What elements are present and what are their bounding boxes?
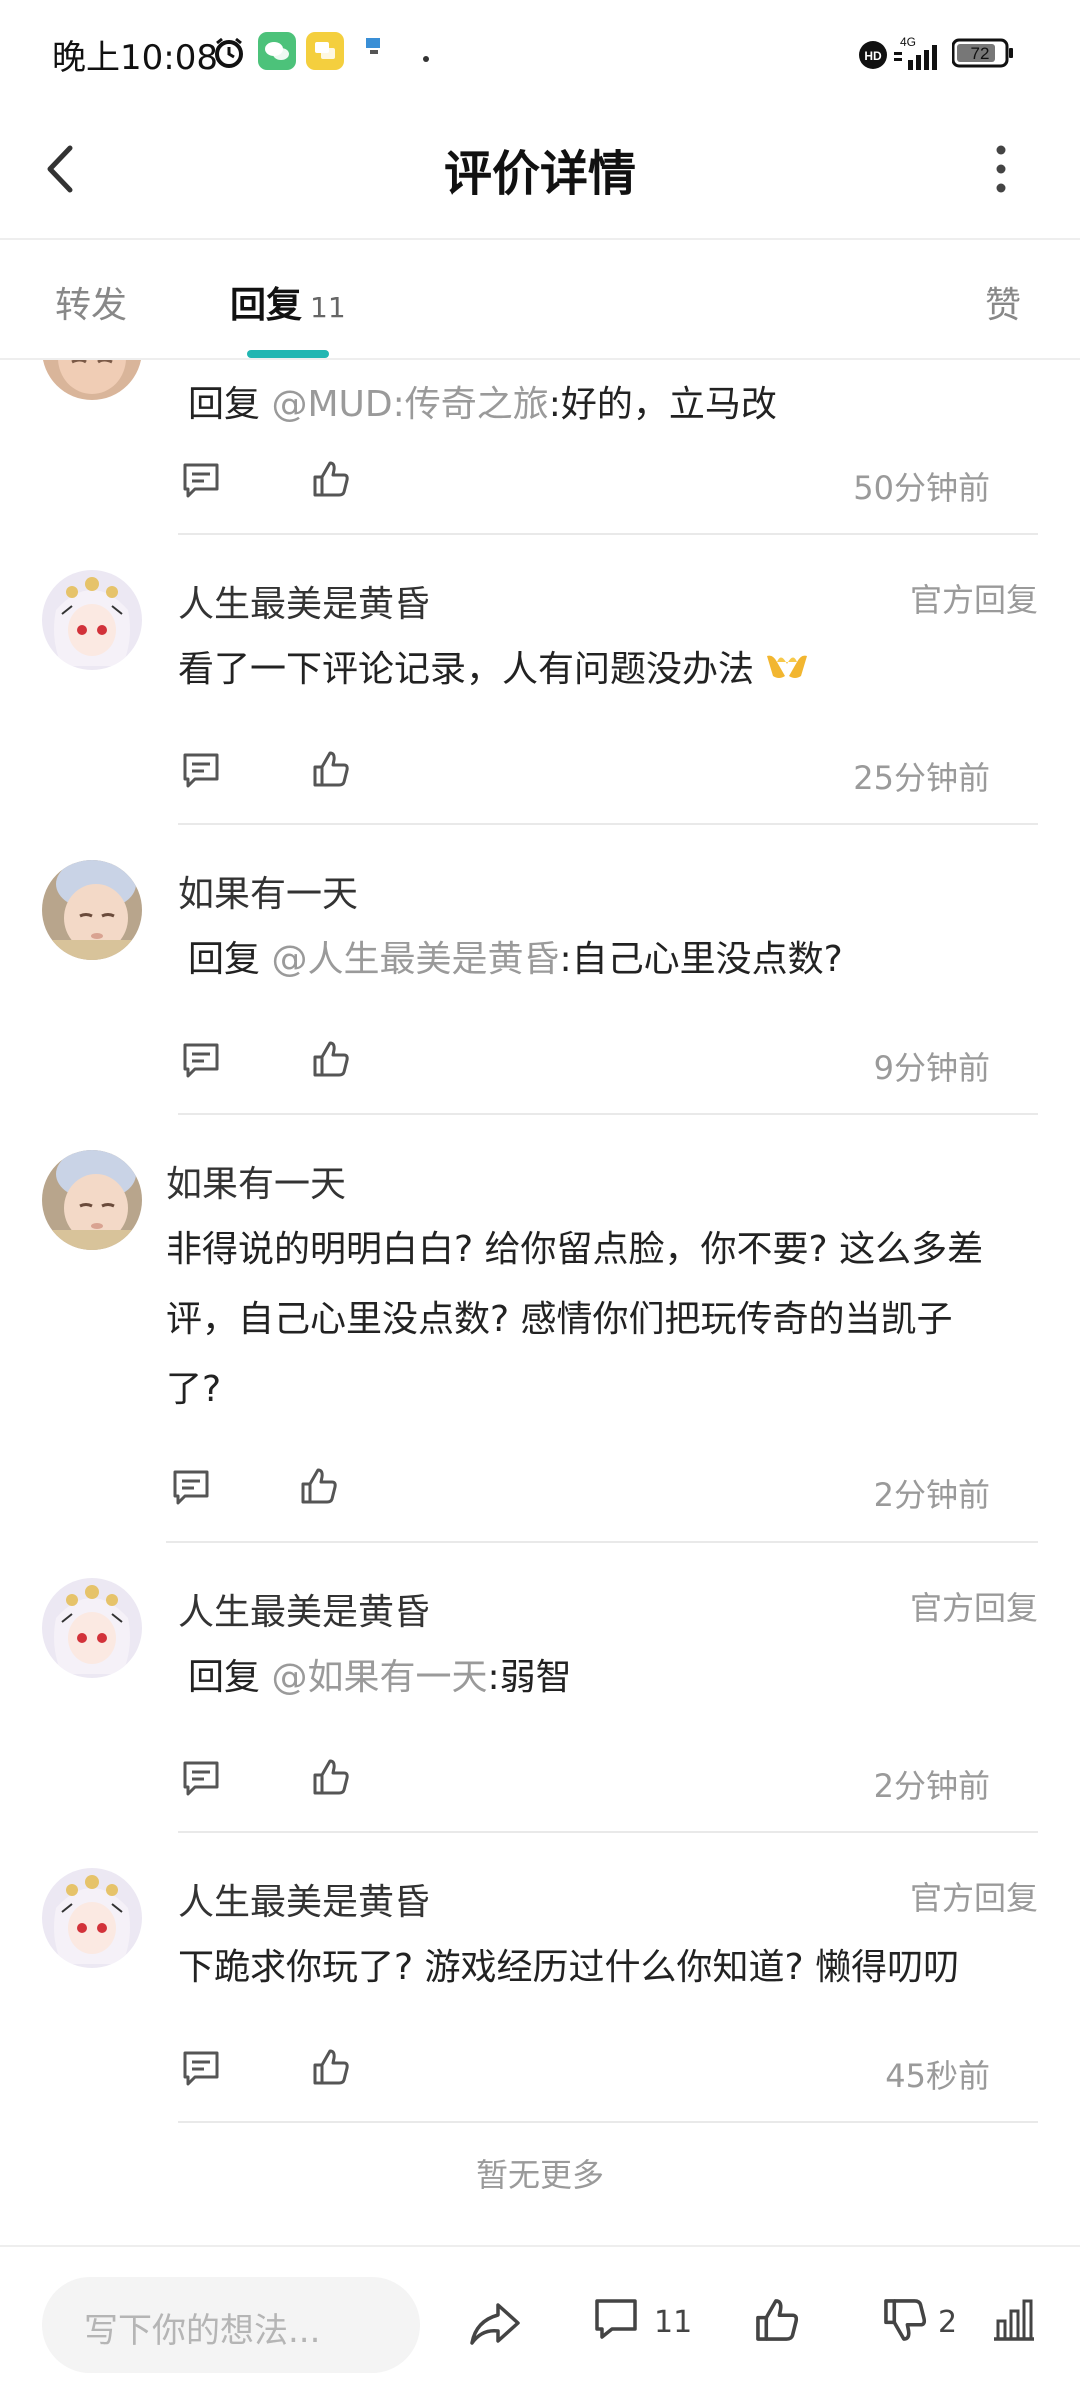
comment-text: 回复 @人生最美是黄昏:自己心里没点数? (188, 925, 843, 995)
tab-reply-label: 回复 (230, 285, 303, 326)
like-icon[interactable] (310, 2046, 352, 2092)
share-icon[interactable] (468, 2299, 522, 2351)
comment-input-placeholder: 写下你的想法... (84, 2311, 321, 2351)
page-title: 评价详情 (443, 146, 636, 202)
comment-item: 如果有一天 非得说的明明白白? 给你留点脸，你不要? 这么多差 评，自己心里没点… (0, 1115, 1080, 1543)
svg-text:HD: HD (864, 49, 882, 63)
user-name[interactable]: 人生最美是黄昏 (178, 1583, 430, 1635)
comment-line: 非得说的明明白白? 给你留点脸，你不要? 这么多差 (166, 1229, 984, 1270)
avatar[interactable] (42, 360, 142, 400)
dislike-count: 2 (938, 2305, 958, 2340)
more-notifications-icon (422, 48, 430, 67)
user-name[interactable]: 如果有一天 (178, 865, 358, 917)
stats-icon[interactable] (990, 2295, 1038, 2347)
notification-icon (364, 36, 386, 62)
avatar[interactable] (42, 1150, 142, 1250)
app-bar: 评价详情 (0, 110, 1080, 240)
comment-count: 11 (654, 2305, 693, 2340)
timestamp: 45秒前 (885, 2057, 990, 2095)
comment-item: 人生最美是黄昏 官方回复 看了一下评论记录，人有问题没办法 25分钟前 (0, 535, 1080, 825)
comment-line: 评，自己心里没点数? 感情你们把玩传奇的当凯子 (166, 1299, 953, 1340)
like-icon[interactable] (310, 1038, 352, 1084)
reply-prefix: 回复 (188, 1657, 261, 1698)
comment-text: 下跪求你玩了? 游戏经历过什么你知道? 懒得叨叨 (178, 1947, 960, 1988)
no-more-label: 暂无更多 (475, 2156, 604, 2194)
comment-text: 回复 @如果有一天:弱智 (188, 1643, 572, 1713)
signal-icon: 4G (892, 34, 942, 78)
hd-icon: HD (858, 40, 888, 74)
official-reply-badge: 官方回复 (909, 1589, 1038, 1627)
reply-icon[interactable] (180, 1758, 222, 1804)
mention-link[interactable]: @MUD:传奇之旅 (271, 384, 548, 425)
reply-icon[interactable] (180, 750, 222, 796)
reply-icon[interactable] (180, 2048, 222, 2094)
comment-item: 回复 @MUD:传奇之旅:好的，立马改 50分钟前 (0, 360, 1080, 535)
like-icon[interactable] (310, 748, 352, 794)
mention-link[interactable]: @人生最美是黄昏 (271, 939, 559, 980)
timestamp: 9分钟前 (873, 1049, 990, 1087)
comment-item: 人生最美是黄昏 官方回复 回复 @如果有一天:弱智 2分钟前 (0, 1543, 1080, 1833)
like-icon[interactable] (310, 458, 352, 504)
bottom-action-bar: 写下你的想法... 11 2 (0, 2245, 1080, 2402)
comment-line: 了? (166, 1369, 222, 1410)
avatar[interactable] (42, 860, 142, 960)
timestamp: 25分钟前 (853, 759, 990, 797)
official-reply-badge: 官方回复 (909, 1879, 1038, 1917)
reply-icon[interactable] (180, 1040, 222, 1086)
reply-prefix: 回复 (188, 384, 261, 425)
comment-input[interactable]: 写下你的想法... (42, 2277, 420, 2373)
comment-body: 看了一下评论记录，人有问题没办法 (178, 649, 755, 690)
more-options-icon[interactable] (990, 140, 1012, 204)
reply-icon[interactable] (180, 460, 222, 506)
avatar[interactable] (42, 570, 142, 670)
comment-list[interactable]: 回复 @MUD:传奇之旅:好的，立马改 50分钟前 人生最美是黄昏 官方回复 看… (0, 360, 1080, 2245)
reply-body: :好的，立马改 (548, 384, 777, 425)
alarm-icon (212, 36, 246, 74)
avatar[interactable] (42, 1868, 142, 1968)
tab-forward[interactable]: 转发 (55, 276, 127, 328)
comment-item: 人生最美是黄昏 官方回复 下跪求你玩了? 游戏经历过什么你知道? 懒得叨叨 45… (0, 1833, 1080, 2123)
user-name[interactable]: 如果有一天 (166, 1155, 346, 1207)
dislike-icon[interactable] (880, 2295, 930, 2349)
wechat-icon (258, 32, 296, 74)
comment-text: 看了一下评论记录，人有问题没办法 (178, 635, 809, 706)
tab-reply-count: 11 (310, 291, 346, 324)
official-reply-badge: 官方回复 (909, 581, 1038, 619)
status-bar: 晚上10:08 HD 4G 72 (0, 0, 1080, 110)
tab-reply[interactable]: 回复 11 (230, 276, 346, 328)
like-icon[interactable] (752, 2295, 802, 2349)
tab-bar: 转发 回复 11 赞 (0, 240, 1080, 360)
reply-prefix: 回复 (188, 939, 261, 980)
reply-icon[interactable] (170, 1467, 212, 1513)
comment-text: 回复 @MUD:传奇之旅:好的，立马改 (188, 370, 777, 440)
reply-body: :弱智 (487, 1657, 572, 1698)
timestamp: 2分钟前 (873, 1767, 990, 1805)
timestamp: 50分钟前 (853, 469, 990, 507)
reply-body: :自己心里没点数? (559, 939, 843, 980)
chat-app-icon (306, 32, 344, 74)
comment-text: 非得说的明明白白? 给你留点脸，你不要? 这么多差 评，自己心里没点数? 感情你… (166, 1215, 983, 1425)
status-time: 晚上10:08 (52, 38, 218, 78)
mention-link[interactable]: @如果有一天 (271, 1657, 487, 1698)
timestamp: 2分钟前 (873, 1476, 990, 1514)
active-tab-indicator (247, 350, 329, 358)
battery-level: 72 (971, 44, 990, 63)
user-name[interactable]: 人生最美是黄昏 (178, 575, 430, 627)
network-label: 4G (900, 35, 916, 49)
like-icon[interactable] (298, 1465, 340, 1511)
comment-item: 如果有一天 回复 @人生最美是黄昏:自己心里没点数? 9分钟前 (0, 825, 1080, 1115)
divider (178, 2121, 1038, 2123)
avatar[interactable] (42, 1578, 142, 1678)
comment-icon[interactable] (592, 2295, 640, 2347)
tab-like[interactable]: 赞 (985, 276, 1021, 328)
user-name[interactable]: 人生最美是黄昏 (178, 1873, 430, 1925)
battery-icon: 72 (951, 38, 1014, 72)
like-icon[interactable] (310, 1756, 352, 1802)
hands-emoji-icon (765, 636, 809, 706)
